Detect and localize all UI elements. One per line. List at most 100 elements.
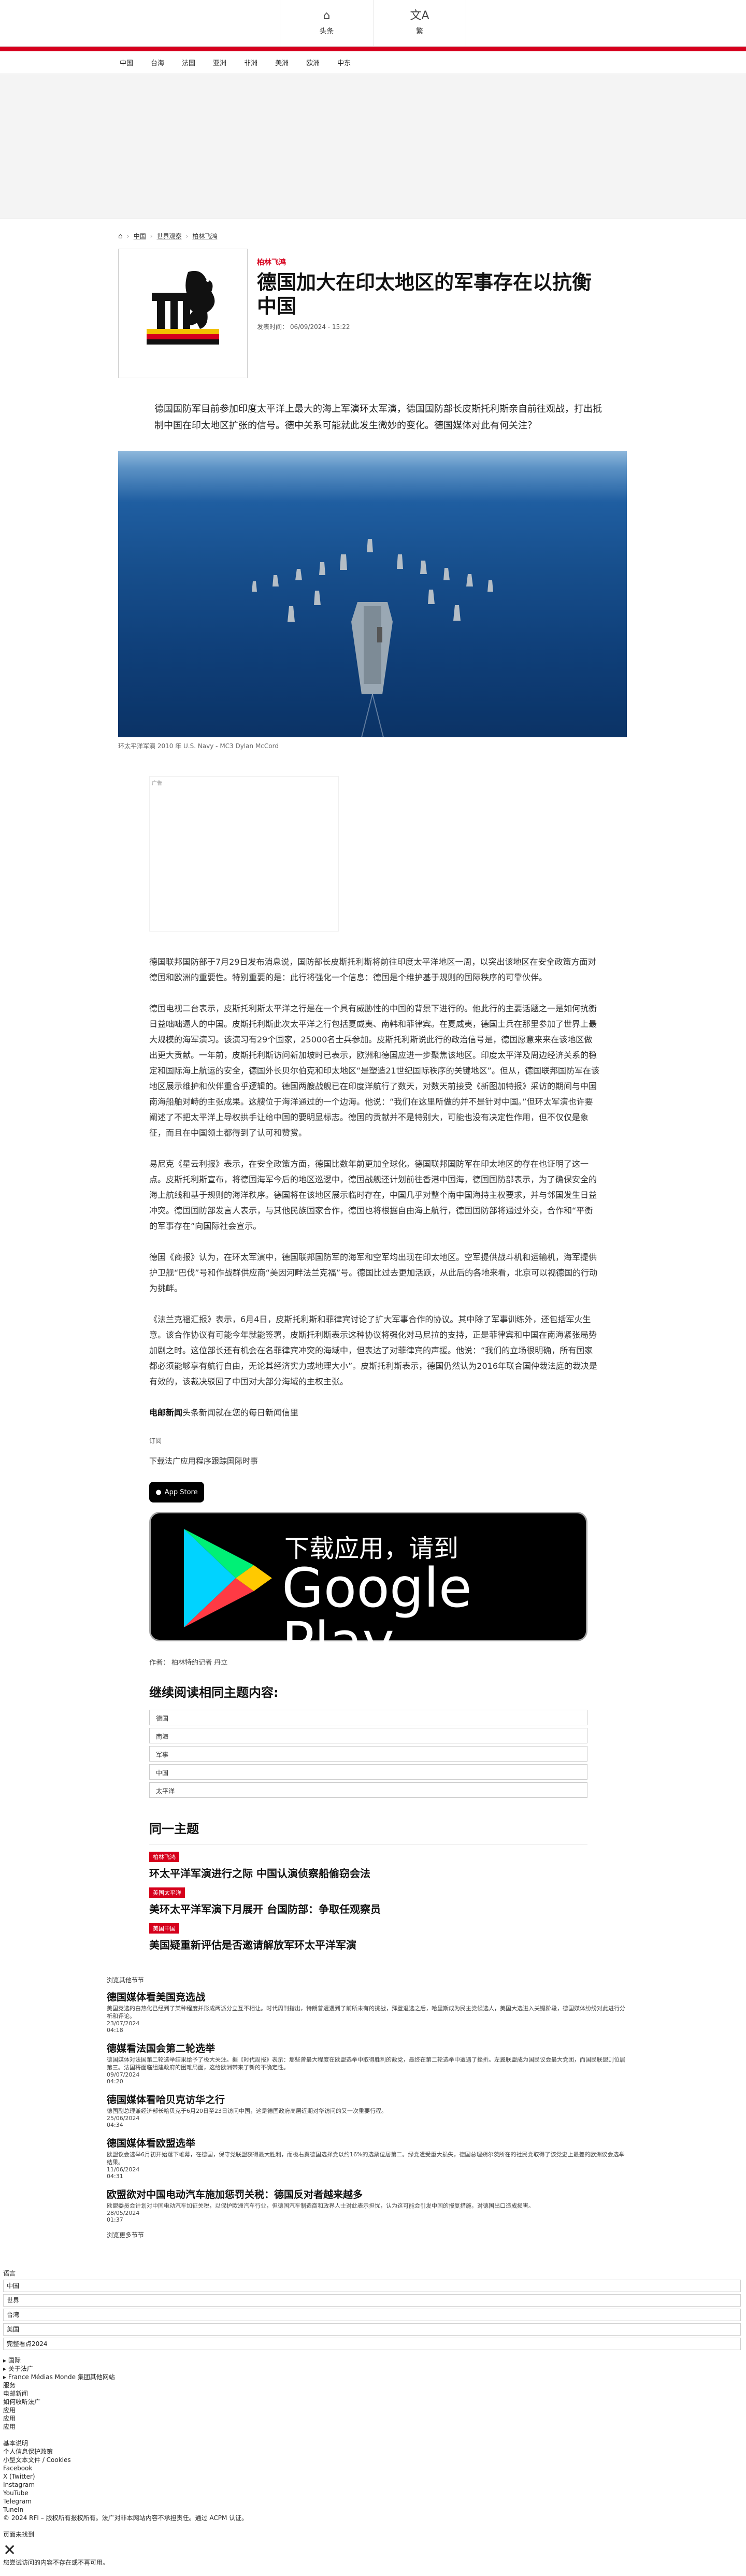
tab-headlines-label: 头条 bbox=[319, 27, 334, 36]
list-item[interactable]: 德国媒体看欧盟选举 欧盟议会选举6月初开始落下帷幕，在德国，保守党联盟获得最大胜… bbox=[107, 2136, 746, 2180]
status-badge: 柏林飞鸿 bbox=[149, 1852, 179, 1862]
latest-timestamp: 28/05/2024 01:37 bbox=[107, 2210, 140, 2223]
tag-link[interactable]: 德国 bbox=[149, 1710, 587, 1725]
article-lead: 德国国防军目前参加印度太平洋上最大的海上军演环太军演，德国国防部长皮斯托利斯亲自… bbox=[154, 404, 602, 431]
footer-link[interactable]: Instagram bbox=[3, 2481, 746, 2489]
home-icon[interactable]: ⌂ bbox=[118, 232, 123, 240]
latest-title[interactable]: 德媒看法国会第二轮选举 bbox=[107, 2041, 746, 2055]
language-option[interactable]: 美国 bbox=[3, 2323, 741, 2336]
nav-item-africa[interactable]: 非洲 bbox=[235, 58, 266, 67]
published-date: 发表时间： 06/09/2024 - 15:22 bbox=[257, 323, 350, 331]
nav-item-taiwan[interactable]: 台海 bbox=[142, 58, 173, 67]
footer-link[interactable]: Telegram bbox=[3, 2497, 746, 2506]
article-body: 德国联邦国防部于7月29日发布消息说，国防部长皮斯托利斯将前往印度太平洋地区一周… bbox=[149, 954, 600, 1421]
archive-select[interactable]: 完整看点2024 bbox=[3, 2338, 741, 2350]
language-option[interactable]: 台湾 bbox=[3, 2309, 741, 2321]
berlin-bear-icon bbox=[147, 270, 219, 345]
footer-link[interactable]: ▸ 国际 bbox=[3, 2356, 746, 2365]
footer-link[interactable]: TuneIn bbox=[3, 2506, 746, 2514]
nav-item-china[interactable]: 中国 bbox=[111, 58, 142, 67]
footer-link[interactable]: ▸ France Médias Monde 集团其他网站 bbox=[3, 2373, 746, 2381]
footer-link[interactable]: X (Twitter) bbox=[3, 2472, 746, 2481]
play-icon bbox=[184, 1529, 272, 1627]
subscribe-link[interactable]: 订阅 bbox=[149, 1436, 642, 1445]
related-headline[interactable]: 环太平洋军演进行之际 中国认演侦察船偷窃会法 bbox=[149, 1865, 587, 1880]
footer-link[interactable]: 应用 bbox=[3, 2406, 746, 2414]
list-item[interactable]: 柏林飞鸿 环太平洋军演进行之际 中国认演侦察船偷窃会法 bbox=[149, 1852, 587, 1880]
nav-item-asia[interactable]: 亚洲 bbox=[204, 58, 235, 67]
related-headline[interactable]: 美环太平洋军演下月展开 台国防部：争取任观察员 bbox=[149, 1901, 587, 1916]
language-option[interactable]: 中国 bbox=[3, 2280, 741, 2292]
continue-reading-title: 继续阅读相同主题内容: bbox=[149, 1685, 279, 1700]
google-play-banner[interactable]: 下载应用，请到 Google Play bbox=[149, 1512, 587, 1669]
list-item[interactable]: 德国媒体看哈贝克访华之行 德国副总理兼经济部长哈贝克于6月20日至23日访问中国… bbox=[107, 2092, 746, 2128]
footer-heading: 服务 bbox=[3, 2382, 16, 2389]
fleet-photo bbox=[252, 539, 493, 737]
tab-traditional[interactable]: 文A 繁 bbox=[373, 0, 466, 46]
status-badge: 美国中国 bbox=[149, 1923, 179, 1934]
list-item[interactable]: 美国中国 美国疑重新评估是否邀请解放军环太平洋军演 bbox=[149, 1923, 587, 1952]
breadcrumb-china[interactable]: 中国 bbox=[134, 232, 146, 240]
nav-item-france[interactable]: 法国 bbox=[173, 58, 204, 67]
berlin-edition-logo bbox=[118, 249, 248, 378]
latest-head: 浏览其他节节 bbox=[107, 1977, 145, 1984]
same-topic: 同一主题 柏林飞鸿 环太平洋军演进行之际 中国认演侦察船偷窃会法 美国太平洋 美… bbox=[149, 1819, 587, 1952]
latest-title[interactable]: 欧盟欲对中国电动汽车施加惩罚关税：德国反对者越来越多 bbox=[107, 2187, 746, 2201]
tab-headlines[interactable]: ⌂ 头条 bbox=[280, 0, 373, 46]
latest-desc: 德国副总理兼经济部长哈贝克于6月20日至23日访问中国，这是德国政府高层近期对华… bbox=[107, 2108, 387, 2114]
home-icon: ⌂ bbox=[323, 9, 331, 22]
error-message: 您尝试访问的内容不存在或不再可用。 bbox=[3, 2559, 109, 2566]
footer-link[interactable]: 如何收听法广 bbox=[3, 2398, 746, 2406]
appstore-label: App Store bbox=[164, 1488, 198, 1496]
breadcrumb-world[interactable]: 世界观察 bbox=[157, 232, 182, 240]
latest-title[interactable]: 德国媒体看哈贝克访华之行 bbox=[107, 2092, 746, 2106]
footer-link[interactable]: 个人信息保护政策 bbox=[3, 2448, 746, 2456]
latest-desc: 美国竞选的白热化已经到了某种程度并形成两派分立互不相让。时代周刊指出，特朗普遭遇… bbox=[107, 2005, 625, 2020]
list-item[interactable]: 德国媒体看美国竞选战 美国竞选的白热化已经到了某种程度并形成两派分立互不相让。时… bbox=[107, 1990, 746, 2034]
paragraph: 《法兰克福汇报》表示，6月4日，皮斯托利斯和菲律宾讨论了扩大军事合作的协议。其中… bbox=[149, 1314, 598, 1386]
list-item[interactable]: 欧盟欲对中国电动汽车施加惩罚关税：德国反对者越来越多 欧盟委员会计划对中国电动汽… bbox=[107, 2187, 746, 2223]
footer-spacer bbox=[3, 2431, 746, 2439]
tag-link[interactable]: 军事 bbox=[149, 1746, 587, 1762]
related-headline[interactable]: 美国疑重新评估是否邀请解放军环太平洋军演 bbox=[149, 1937, 587, 1952]
latest-title[interactable]: 德国媒体看欧盟选举 bbox=[107, 2136, 746, 2150]
inline-ad-slot[interactable]: 广告 bbox=[149, 776, 339, 932]
nav-item-europe[interactable]: 欧洲 bbox=[297, 58, 328, 67]
breadcrumb-berlin[interactable]: 柏林飞鸿 bbox=[192, 232, 217, 240]
tag-link[interactable]: 南海 bbox=[149, 1728, 587, 1743]
latest-timestamp: 23/07/2024 04:18 bbox=[107, 2020, 140, 2034]
list-item[interactable]: 美国太平洋 美环太平洋军演下月展开 台国防部：争取任观察员 bbox=[149, 1887, 587, 1916]
footer-link[interactable]: 小型文本文件 / Cookies bbox=[3, 2456, 746, 2464]
copyright: © 2024 RFI – 版权所有报权所有。法广对非本网站内容不承担责任。通过 … bbox=[3, 2514, 248, 2522]
latest-timestamp: 11/06/2024 04:31 bbox=[107, 2166, 140, 2180]
hero-image bbox=[118, 451, 627, 737]
more-link[interactable]: 浏览更多节节 bbox=[107, 2230, 746, 2239]
newsletter-bold: 电邮新闻 bbox=[149, 1408, 183, 1418]
close-icon[interactable]: ✕ bbox=[3, 2543, 746, 2558]
footer-link[interactable]: 应用 bbox=[3, 2423, 746, 2431]
latest-title[interactable]: 德国媒体看美国竞选战 bbox=[107, 1990, 746, 2003]
footer-link[interactable]: ▸ 关于法广 bbox=[3, 2365, 746, 2373]
appstore-button[interactable]: ● App Store bbox=[149, 1482, 204, 1502]
footer-link[interactable]: YouTube bbox=[3, 2489, 746, 2497]
header-text: 柏林飞鸿 德国加大在印太地区的军事存在以抗衡中国 发表时间： 06/09/202… bbox=[257, 249, 609, 378]
footer-heading: 基本说明 bbox=[3, 2440, 28, 2447]
list-item[interactable]: 德媒看法国会第二轮选举 德国媒体对法国第二轮选举结果给予了极大关注。据《时代周报… bbox=[107, 2041, 746, 2085]
latest-desc: 德国媒体对法国第二轮选举结果给予了极大关注。据《时代周报》表示：那些曾最大程度在… bbox=[107, 2056, 625, 2071]
same-topic-title: 同一主题 bbox=[149, 1819, 587, 1844]
newsletter-text: 头条新闻就在您的每日新闻信里 bbox=[182, 1408, 299, 1418]
breadcrumb: ⌂ › 中国 › 世界观察 › 柏林飞鸿 bbox=[118, 232, 218, 240]
footer-link[interactable]: 电邮新闻 bbox=[3, 2389, 746, 2398]
ad-label: 广告 bbox=[152, 781, 162, 786]
nav-item-middle-east[interactable]: 中东 bbox=[328, 58, 360, 67]
article-kicker[interactable]: 柏林飞鸿 bbox=[257, 257, 609, 267]
language-option[interactable]: 世界 bbox=[3, 2294, 741, 2307]
latest-timestamp: 09/07/2024 04:20 bbox=[107, 2071, 140, 2085]
footer-link[interactable]: 应用 bbox=[3, 2414, 746, 2423]
nav-item-americas[interactable]: 美洲 bbox=[266, 58, 297, 67]
footer-link[interactable]: Facebook bbox=[3, 2464, 746, 2472]
latest-timestamp: 25/06/2024 04:34 bbox=[107, 2115, 140, 2128]
top-tabs: ⌂ 头条 文A 繁 bbox=[0, 0, 746, 47]
tag-link[interactable]: 太平洋 bbox=[149, 1782, 587, 1798]
tag-link[interactable]: 中国 bbox=[149, 1764, 587, 1780]
